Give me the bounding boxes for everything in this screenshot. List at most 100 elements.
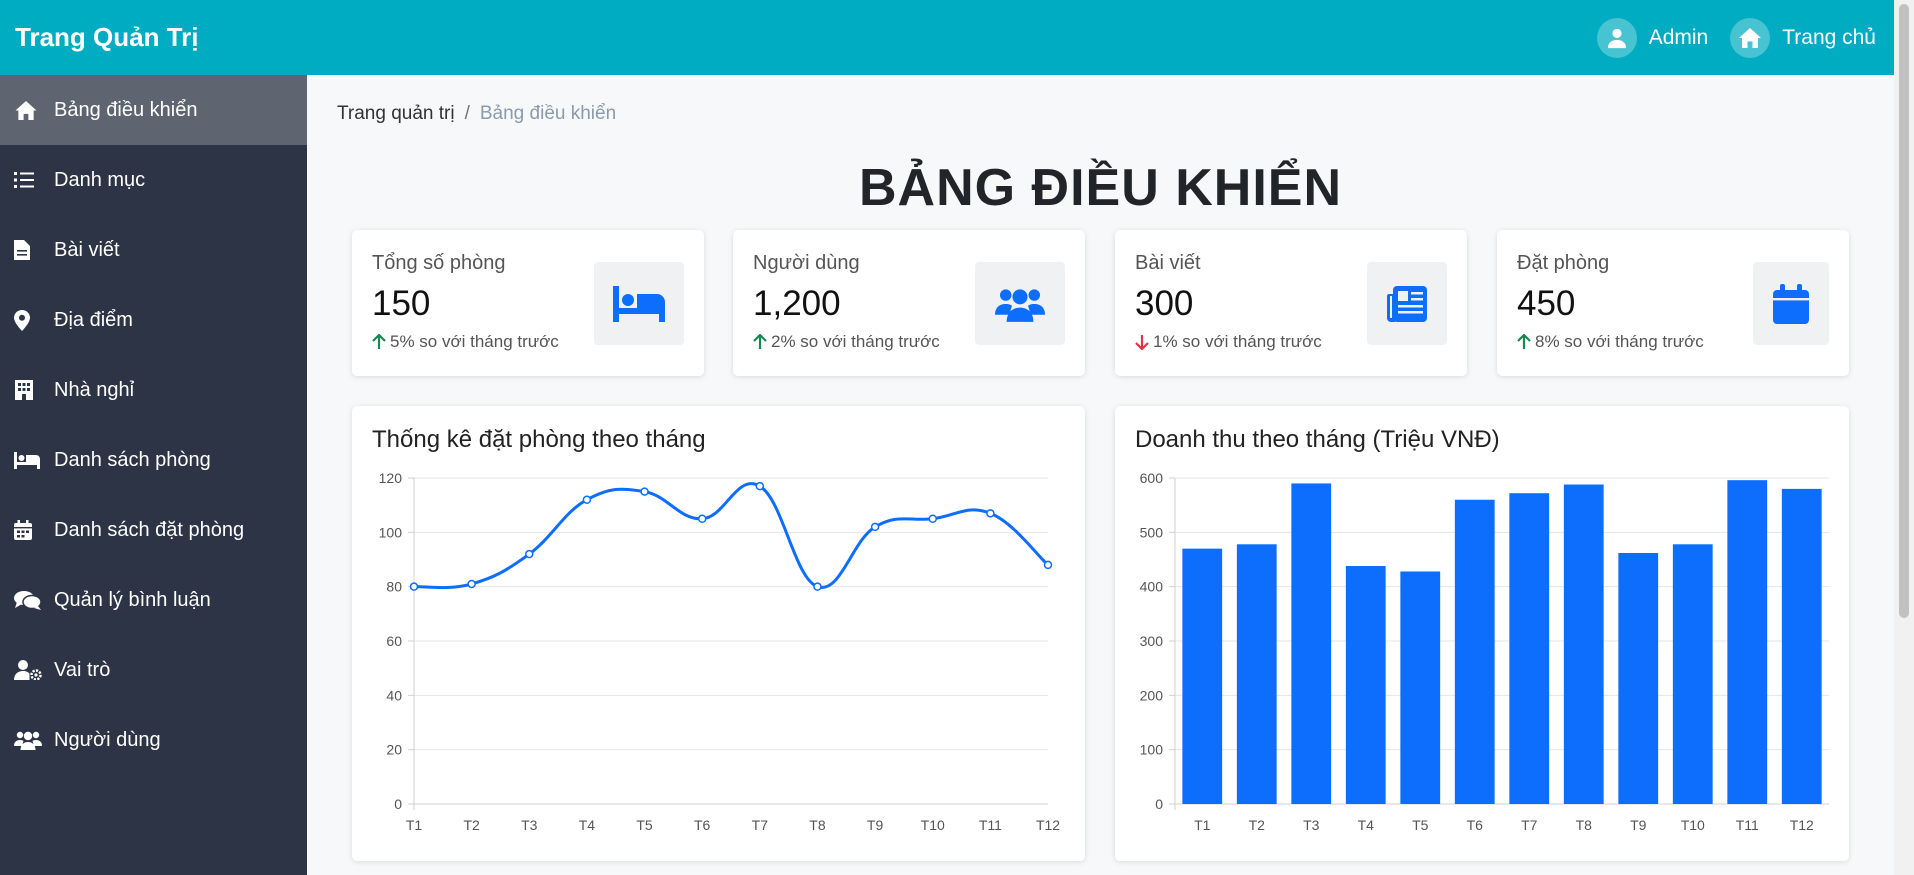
x-tick-label: T3	[1303, 817, 1320, 833]
stat-card-posts: Bài viết 300 1% so với tháng trước	[1115, 230, 1467, 376]
sidebar-item-locations[interactable]: Địa điểm	[0, 285, 307, 355]
sidebar-item-label: Danh sách đặt phòng	[54, 518, 245, 541]
data-point	[409, 582, 419, 591]
stat-trend: 1% so với tháng trước	[1135, 332, 1322, 352]
scrollbar-thumb[interactable]	[1899, 4, 1909, 618]
x-tick-label: T6	[1467, 817, 1484, 833]
stat-icon-box	[975, 262, 1065, 345]
bar	[1400, 571, 1441, 804]
x-tick-label: T12	[1790, 817, 1814, 833]
data-point	[870, 522, 880, 532]
building-icon	[14, 380, 44, 400]
bed-icon	[613, 285, 665, 322]
admin-user-link[interactable]: Admin	[1596, 17, 1709, 58]
breadcrumb-separator: /	[464, 103, 470, 124]
stat-value: 1,200	[753, 284, 841, 323]
x-tick-label: T10	[921, 817, 945, 833]
bar	[1727, 480, 1768, 804]
arrow-up-icon	[1517, 334, 1531, 349]
sidebar-item-label: Địa điểm	[54, 308, 133, 331]
stat-label: Người dùng	[753, 252, 860, 274]
sidebar-item-guesthouses[interactable]: Nhà nghỉ	[0, 355, 307, 425]
x-tick-label: T10	[1681, 817, 1705, 833]
y-tick-label: 20	[386, 742, 402, 758]
home-link[interactable]: Trang chủ	[1730, 17, 1876, 58]
stat-trend-text: 8% so với tháng trước	[1535, 332, 1704, 351]
list-icon	[14, 171, 44, 189]
sidebar-item-posts[interactable]: Bài viết	[0, 215, 307, 285]
x-tick-label: T9	[1630, 817, 1647, 833]
home-icon	[1730, 17, 1771, 58]
sidebar-item-categories[interactable]: Danh mục	[0, 145, 307, 215]
stat-icon-box	[1367, 262, 1447, 345]
x-tick-label: T7	[752, 817, 769, 833]
data-point	[755, 481, 765, 491]
y-tick-label: 200	[1140, 687, 1164, 703]
y-tick-label: 60	[386, 633, 402, 649]
page-title: BẢNG ĐIỀU KHIỂN	[858, 159, 1343, 217]
x-tick-label: T11	[1736, 817, 1759, 833]
bar	[1618, 552, 1659, 804]
breadcrumb-root[interactable]: Trang quản trị	[337, 103, 455, 125]
bar	[1781, 488, 1822, 804]
sidebar-item-bookings[interactable]: Danh sách đặt phòng	[0, 495, 307, 565]
sidebar: Bảng điều khiển Danh mục Bài viết Địa đi…	[0, 75, 307, 875]
newspaper-icon	[1387, 285, 1427, 322]
data-point	[525, 549, 534, 559]
sidebar-item-dashboard[interactable]: Bảng điều khiển	[0, 75, 307, 145]
stat-card-rooms: Tổng số phòng 150 5% so với tháng trước	[352, 230, 704, 376]
x-tick-label: T1	[1194, 817, 1211, 833]
users-icon	[14, 730, 44, 750]
bed-icon	[14, 451, 44, 469]
data-point	[986, 509, 995, 518]
stat-icon-box	[1753, 262, 1829, 345]
stat-trend-text: 1% so với tháng trước	[1153, 332, 1322, 351]
stat-trend-text: 2% so với tháng trước	[771, 332, 940, 351]
user-gear-icon	[14, 660, 44, 680]
arrow-up-icon	[372, 334, 386, 349]
sidebar-item-label: Nhà nghỉ	[54, 378, 135, 401]
vertical-scrollbar[interactable]	[1894, 0, 1914, 875]
y-tick-label: 120	[379, 470, 403, 486]
stat-label: Tổng số phòng	[372, 252, 506, 274]
bar	[1236, 544, 1277, 804]
revenue-chart-card: Doanh thu theo tháng (Triệu VNĐ) 0 100 200…	[1115, 406, 1849, 861]
sidebar-item-rooms[interactable]: Danh sách phòng	[0, 425, 307, 495]
stat-value: 450	[1517, 284, 1576, 323]
x-tick-label: T2	[463, 817, 480, 833]
y-tick-label: 500	[1140, 524, 1164, 540]
users-icon	[995, 288, 1045, 322]
sidebar-item-users[interactable]: Người dùng	[0, 705, 307, 775]
admin-label: Admin	[1648, 25, 1709, 49]
x-tick-label: T9	[867, 817, 884, 833]
x-tick-label: T6	[694, 817, 711, 833]
data-point	[467, 579, 476, 589]
bar	[1563, 484, 1604, 804]
brand-title[interactable]: Trang Quản Trị	[0, 22, 198, 53]
data-point	[640, 487, 649, 496]
y-tick-label: 400	[1140, 579, 1164, 595]
data-point	[813, 582, 822, 591]
home-icon	[14, 100, 44, 121]
revenue-bar-chart: 0 100 200 300 400 500 600 T1 T2 T3 T4 T5 T6 T7 T8 T9 T10…	[1140, 470, 1829, 833]
stat-icon-box	[594, 262, 684, 345]
x-tick-label: T7	[1521, 817, 1538, 833]
sidebar-item-comments[interactable]: Quản lý bình luận	[0, 565, 307, 635]
bar	[1509, 493, 1550, 804]
breadcrumb: Trang quản trị / Bảng điều khiển	[337, 103, 616, 125]
x-tick-label: T12	[1036, 817, 1060, 833]
sidebar-item-roles[interactable]: Vai trò	[0, 635, 307, 705]
sidebar-item-label: Bài viết	[54, 238, 120, 261]
stat-trend: 2% so với tháng trước	[753, 332, 940, 352]
y-tick-label: 300	[1140, 633, 1164, 649]
x-tick-label: T5	[1412, 817, 1429, 833]
stat-value: 300	[1135, 284, 1194, 323]
file-icon	[14, 240, 44, 260]
y-tick-label: 80	[386, 579, 402, 595]
bar	[1182, 548, 1223, 804]
breadcrumb-current: Bảng điều khiển	[479, 103, 617, 124]
x-tick-label: T4	[1358, 817, 1375, 833]
x-tick-label: T8	[1576, 817, 1593, 833]
sidebar-item-label: Danh mục	[54, 168, 146, 191]
stat-trend-text: 5% so với tháng trước	[390, 332, 559, 351]
